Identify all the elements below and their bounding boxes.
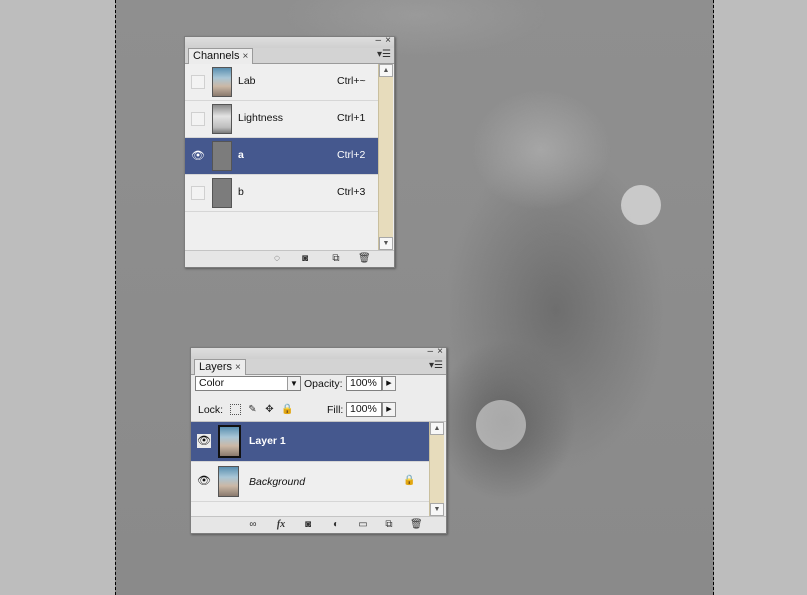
channel-shortcut: Ctrl+3 — [337, 186, 366, 198]
delete-channel-icon[interactable]: 🗑 — [358, 253, 371, 265]
fill-value: 100% — [350, 403, 377, 415]
channels-footer: ◌ ◙ ⧉ 🗑 — [185, 250, 394, 267]
scroll-down-icon[interactable]: ▼ — [379, 237, 393, 250]
layer-name: Layer 1 — [249, 435, 286, 447]
tab-close-icon[interactable]: × — [242, 51, 248, 62]
channel-name: b — [238, 186, 244, 198]
layer-thumbnail — [218, 425, 241, 458]
channel-thumbnail — [212, 141, 232, 171]
save-selection-icon[interactable]: ◙ — [299, 253, 311, 265]
panel-menu-icon[interactable]: ▾☰ — [377, 49, 391, 61]
channels-titlebar[interactable]: – × — [185, 36, 394, 48]
lock-position-icon[interactable]: ✥ — [264, 404, 275, 415]
layers-tabrow: Layers × ▾☰ — [191, 359, 446, 375]
eye-icon[interactable]: 👁 — [197, 434, 211, 448]
lock-icons: ✎ ✥ 🔒 — [230, 404, 300, 415]
new-layer-icon[interactable]: ⧉ — [383, 519, 395, 531]
tab-close-icon[interactable]: × — [235, 362, 241, 373]
channel-row-b[interactable]: b Ctrl+3 — [185, 175, 378, 212]
channel-shortcut: Ctrl+1 — [337, 112, 366, 124]
layer-thumbnail — [218, 466, 239, 497]
load-selection-icon[interactable]: ◌ — [271, 253, 283, 265]
layer-name: Background — [249, 476, 306, 488]
eye-icon[interactable]: 👁 — [197, 474, 211, 488]
channel-name: Lightness — [238, 112, 283, 124]
eye-icon[interactable]: 👁 — [191, 149, 205, 163]
opacity-field[interactable]: 100% — [346, 376, 382, 391]
tab-channels[interactable]: Channels × — [188, 48, 254, 64]
layers-titlebar[interactable]: – × — [191, 347, 446, 359]
channel-shortcut: Ctrl+2 — [337, 149, 366, 161]
layer-row-background[interactable]: 👁 Background 🔒 — [191, 462, 429, 502]
channels-scrollbar[interactable]: ▲ ▼ — [378, 64, 393, 250]
link-layers-icon[interactable]: ∞ — [245, 519, 261, 531]
channel-thumbnail — [212, 104, 232, 134]
delete-layer-icon[interactable]: 🗑 — [410, 519, 423, 531]
channel-name: a — [238, 149, 244, 161]
minimize-icon[interactable]: – — [375, 36, 381, 46]
channels-panel: – × Channels × ▾☰ Lab Ctrl+~ Lightness Ct… — [184, 36, 395, 268]
channel-row-lab[interactable]: Lab Ctrl+~ — [185, 64, 378, 101]
scroll-up-icon[interactable]: ▲ — [379, 64, 393, 77]
layer-row-layer-1[interactable]: 👁 Layer 1 — [191, 422, 429, 462]
channel-shortcut: Ctrl+~ — [337, 75, 366, 87]
panel-menu-icon[interactable]: ▾☰ — [429, 360, 443, 372]
fill-slider-button[interactable]: ▶ — [382, 402, 396, 417]
layers-footer: ∞ fx ◙ ◐ ▭ ⧉ 🗑 — [191, 516, 446, 533]
layers-panel: – × Layers × ▾☰ Color ▼ Opacity: 100% ▶ L… — [190, 347, 447, 534]
opacity-label: Opacity: — [304, 378, 343, 390]
channel-row-lightness[interactable]: Lightness Ctrl+1 — [185, 101, 378, 138]
add-mask-icon[interactable]: ◙ — [302, 519, 314, 531]
fill-field[interactable]: 100% — [346, 402, 382, 417]
fill-label: Fill: — [327, 404, 344, 416]
tab-label: Channels — [193, 50, 240, 62]
visibility-toggle[interactable] — [191, 75, 205, 89]
blend-mode-value: Color — [199, 377, 225, 389]
close-icon[interactable]: × — [385, 36, 391, 46]
canvas-highlight — [476, 400, 526, 450]
blend-mode-select[interactable]: Color ▼ — [195, 376, 301, 391]
visibility-toggle[interactable] — [191, 112, 205, 126]
opacity-value: 100% — [350, 377, 377, 389]
lock-icon: 🔒 — [403, 475, 416, 486]
visibility-toggle[interactable] — [191, 186, 205, 200]
tab-label: Layers — [199, 361, 233, 373]
canvas-highlight — [621, 185, 661, 225]
group-folder-icon[interactable]: ▭ — [356, 519, 370, 531]
layers-scrollbar[interactable]: ▲ ▼ — [429, 422, 444, 516]
channels-tabrow: Channels × ▾☰ — [185, 48, 394, 64]
scroll-down-icon[interactable]: ▼ — [430, 503, 444, 516]
fx-icon[interactable]: fx — [273, 519, 289, 531]
lock-transparency-icon[interactable] — [230, 404, 241, 415]
chevron-down-icon: ▼ — [287, 377, 300, 390]
opacity-slider-button[interactable]: ▶ — [382, 376, 396, 391]
channel-row-a[interactable]: 👁 a Ctrl+2 — [185, 138, 378, 175]
layer-list: 👁 Layer 1 👁 Background 🔒 — [191, 422, 429, 516]
lock-pixels-icon[interactable]: ✎ — [247, 404, 258, 415]
scroll-up-icon[interactable]: ▲ — [430, 422, 444, 435]
lock-all-icon[interactable]: 🔒 — [281, 404, 293, 415]
channel-list: Lab Ctrl+~ Lightness Ctrl+1 👁 a Ctrl+2 b… — [185, 64, 378, 250]
channel-thumbnail — [212, 178, 232, 208]
lock-label: Lock: — [198, 404, 224, 416]
channel-thumbnail — [212, 67, 232, 97]
channel-name: Lab — [238, 75, 256, 87]
adjustment-layer-icon[interactable]: ◐ — [329, 519, 343, 531]
minimize-icon[interactable]: – — [427, 347, 433, 357]
close-icon[interactable]: × — [437, 347, 443, 357]
new-channel-icon[interactable]: ⧉ — [330, 253, 342, 265]
tab-layers[interactable]: Layers × — [194, 359, 246, 375]
